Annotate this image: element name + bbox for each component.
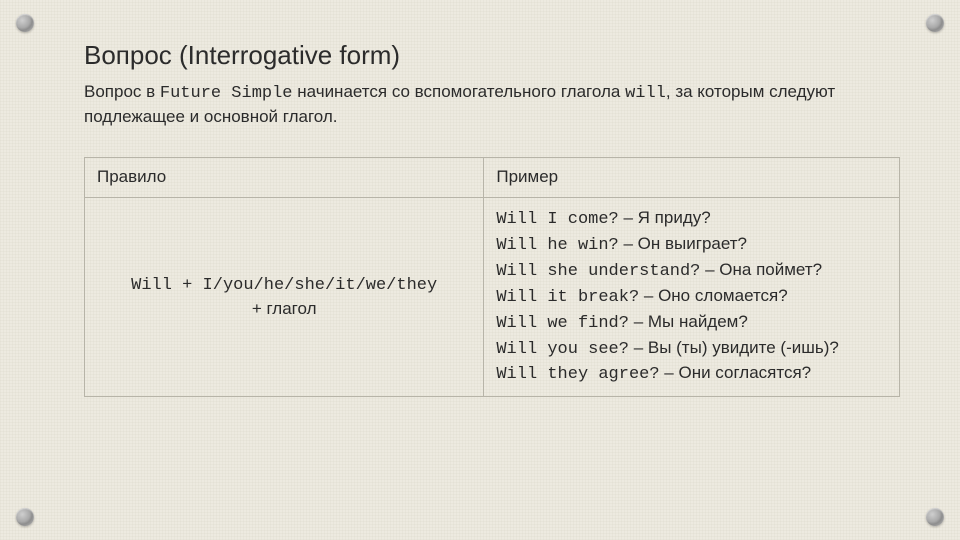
- example-trans: – Она поймет?: [700, 260, 822, 279]
- example-mono: Will it break?: [496, 288, 639, 307]
- intro-text-2: начинается со вспомогательного глагола: [293, 82, 626, 101]
- rule-line-1: Will + I/you/he/she/it/we/they: [131, 276, 437, 295]
- example-trans: – Он выиграет?: [619, 234, 747, 253]
- example-mono: Will I come?: [496, 210, 618, 229]
- corner-pin-br: [926, 508, 944, 526]
- example-trans: – Я приду?: [619, 208, 711, 227]
- example-line: Will we find? – Мы найдем?: [496, 311, 887, 336]
- intro-will: will: [625, 84, 666, 103]
- example-line: Will you see? – Вы (ты) увидите (-ишь)?: [496, 337, 887, 362]
- example-trans: – Мы найдем?: [629, 312, 748, 331]
- example-cell: Will I come? – Я приду? Will he win? – О…: [484, 197, 900, 397]
- rule-line-2: + глагол: [252, 299, 317, 318]
- intro-text-1: Вопрос в: [84, 82, 160, 101]
- grammar-table: Правило Пример Will + I/you/he/she/it/we…: [84, 157, 900, 398]
- example-line: Will he win? – Он выиграет?: [496, 233, 887, 258]
- example-mono: Will she understand?: [496, 262, 700, 281]
- corner-pin-bl: [16, 508, 34, 526]
- table-header-row: Правило Пример: [85, 157, 900, 197]
- example-line: Will I come? – Я приду?: [496, 207, 887, 232]
- example-mono: Will he win?: [496, 236, 618, 255]
- rule-cell: Will + I/you/he/she/it/we/they + глагол: [85, 197, 484, 397]
- example-mono: Will they agree?: [496, 365, 659, 384]
- slide-content: Вопрос (Interrogative form) Вопрос в Fut…: [84, 40, 900, 397]
- header-rule: Правило: [85, 157, 484, 197]
- page-title: Вопрос (Interrogative form): [84, 40, 900, 71]
- example-line: Will she understand? – Она поймет?: [496, 259, 887, 284]
- header-example: Пример: [484, 157, 900, 197]
- corner-pin-tr: [926, 14, 944, 32]
- example-mono: Will you see?: [496, 340, 629, 359]
- example-trans: – Вы (ты) увидите (-ишь)?: [629, 338, 839, 357]
- corner-pin-tl: [16, 14, 34, 32]
- example-trans: – Они согласятся?: [660, 363, 812, 382]
- intro-paragraph: Вопрос в Future Simple начинается со всп…: [84, 81, 900, 129]
- example-line: Will it break? – Оно сломается?: [496, 285, 887, 310]
- example-trans: – Оно сломается?: [639, 286, 788, 305]
- example-mono: Will we find?: [496, 314, 629, 333]
- table-row: Will + I/you/he/she/it/we/they + глагол …: [85, 197, 900, 397]
- example-line: Will they agree? – Они согласятся?: [496, 362, 887, 387]
- intro-future-simple: Future Simple: [160, 84, 293, 103]
